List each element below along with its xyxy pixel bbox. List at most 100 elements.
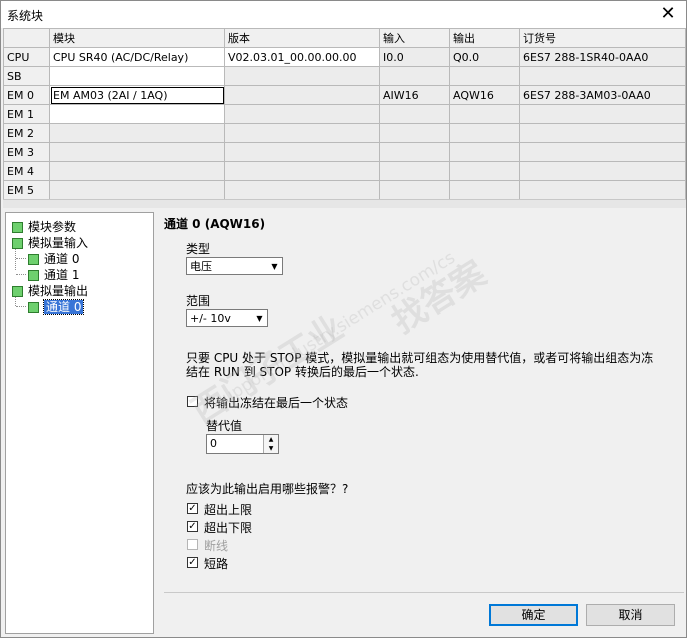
- slot-label: CPU: [3, 47, 50, 67]
- order-number-cell: [519, 180, 686, 200]
- tree-item-label: 通道 0: [42, 299, 85, 315]
- table-row[interactable]: EM 3: [3, 142, 686, 162]
- parameter-tree: 模块参数 模拟量输入 通道 0 通道 1 模拟量输出 通道 0: [5, 212, 154, 634]
- stop-mode-description: 只要 CPU 处于 STOP 模式，模拟量输出就可组态为使用替代值，或者可将输出…: [186, 351, 654, 379]
- order-number-cell: [519, 66, 686, 86]
- substitute-value-stepper[interactable]: 0 ▲ ▼: [206, 434, 279, 454]
- alarm-upper-label: 超出上限: [204, 503, 253, 517]
- tree-item-ai-channel-1[interactable]: 通道 1: [28, 267, 79, 283]
- cancel-button[interactable]: 取消: [586, 604, 675, 626]
- slot-label: EM 0: [3, 85, 50, 105]
- version-cell: [224, 180, 380, 200]
- close-icon[interactable]: ✕: [658, 4, 678, 24]
- tree-item-module-params[interactable]: 模块参数: [12, 219, 76, 235]
- tree-item-label: 模拟量输出: [28, 284, 89, 298]
- version-cell: [224, 161, 380, 181]
- alarm-lower-checkbox[interactable]: ✓: [187, 521, 198, 532]
- alarms-question: 应该为此输出启用哪些报警？?: [186, 482, 349, 496]
- module-cell[interactable]: EM AM03 (2AI / 1AQ): [49, 85, 225, 105]
- version-cell: V02.03.01_00.00.00.00: [224, 47, 380, 67]
- type-label: 类型: [186, 242, 211, 256]
- col-header-order-number: 订货号: [519, 28, 686, 48]
- range-value: +/- 10v: [190, 312, 231, 325]
- slot-label: EM 3: [3, 142, 50, 162]
- slot-label: EM 2: [3, 123, 50, 143]
- slot-label: EM 4: [3, 161, 50, 181]
- table-row[interactable]: EM 4: [3, 161, 686, 181]
- order-number-cell: 6ES7 288-3AM03-0AA0: [519, 85, 686, 105]
- tree-item-ai-channel-0[interactable]: 通道 0: [28, 251, 79, 267]
- order-number-cell: [519, 142, 686, 162]
- tree-connector: [16, 306, 26, 307]
- table-row[interactable]: SB: [3, 66, 686, 86]
- input-cell: I0.0: [379, 47, 450, 67]
- version-cell: [224, 142, 380, 162]
- output-cell: AQW16: [449, 85, 520, 105]
- version-cell: [224, 104, 380, 124]
- status-icon: [28, 302, 39, 313]
- splitter[interactable]: [3, 199, 686, 208]
- table-row[interactable]: EM 0 EM AM03 (2AI / 1AQ) AIW16 AQW16 6ES…: [3, 85, 686, 105]
- output-cell: [449, 123, 520, 143]
- tree-connector: [16, 274, 26, 275]
- input-cell: [379, 104, 450, 124]
- module-cell[interactable]: [49, 180, 225, 200]
- output-cell: [449, 142, 520, 162]
- alarm-short-checkbox[interactable]: ✓: [187, 557, 198, 568]
- status-icon: [12, 286, 23, 297]
- module-cell[interactable]: [49, 66, 225, 86]
- channel-title: 通道 0 (AQW16): [164, 217, 266, 231]
- type-select[interactable]: 电压 ▼: [186, 257, 283, 275]
- slot-label: SB: [3, 66, 50, 86]
- alarm-short-label: 短路: [204, 557, 229, 571]
- module-cell[interactable]: CPU SR40 (AC/DC/Relay): [49, 47, 225, 67]
- col-header-module: 模块: [49, 28, 225, 48]
- channel-settings-panel: 通道 0 (AQW16) 类型 电压 ▼ 范围 +/- 10v ▼ 只要 CPU…: [155, 212, 686, 635]
- module-cell[interactable]: [49, 142, 225, 162]
- substitute-value-label: 替代值: [206, 419, 243, 433]
- input-cell: AIW16: [379, 85, 450, 105]
- substitute-value: 0: [210, 437, 217, 450]
- ok-button[interactable]: 确定: [489, 604, 578, 626]
- grid-header-row: 模块 版本 输入 输出 订货号: [3, 28, 686, 48]
- order-number-cell: [519, 123, 686, 143]
- alarm-lower-label: 超出下限: [204, 521, 253, 535]
- tree-item-analog-output[interactable]: 模拟量输出: [12, 283, 88, 299]
- spin-down-icon[interactable]: ▼: [263, 444, 278, 453]
- slot-label: EM 1: [3, 104, 50, 124]
- alarm-upper-checkbox[interactable]: ✓: [187, 503, 198, 514]
- slot-label: EM 5: [3, 180, 50, 200]
- col-header-slot: [3, 28, 50, 48]
- freeze-checkbox[interactable]: [187, 396, 198, 407]
- alarm-wirebreak-label: 断线: [204, 539, 229, 553]
- tree-item-ao-channel-0[interactable]: 通道 0: [28, 299, 85, 315]
- divider: [164, 592, 684, 593]
- version-cell: [224, 123, 380, 143]
- window-title: 系统块: [7, 9, 44, 23]
- order-number-cell: 6ES7 288-1SR40-0AA0: [519, 47, 686, 67]
- module-cell[interactable]: [49, 123, 225, 143]
- freeze-label: 将输出冻结在最后一个状态: [204, 396, 349, 410]
- spin-up-icon[interactable]: ▲: [263, 435, 278, 444]
- input-cell: [379, 180, 450, 200]
- table-row[interactable]: EM 1: [3, 104, 686, 124]
- version-cell: [224, 85, 380, 105]
- table-row[interactable]: EM 5: [3, 180, 686, 200]
- col-header-version: 版本: [224, 28, 380, 48]
- table-row[interactable]: CPU CPU SR40 (AC/DC/Relay) V02.03.01_00.…: [3, 47, 686, 67]
- tree-item-label: 通道 1: [44, 268, 80, 282]
- alarm-wirebreak-checkbox: [187, 539, 198, 550]
- tree-item-analog-input[interactable]: 模拟量输入: [12, 235, 88, 251]
- module-cell[interactable]: [49, 104, 225, 124]
- output-cell: [449, 66, 520, 86]
- input-cell: [379, 142, 450, 162]
- table-row[interactable]: EM 2: [3, 123, 686, 143]
- status-icon: [12, 238, 23, 249]
- module-cell[interactable]: [49, 161, 225, 181]
- input-cell: [379, 161, 450, 181]
- range-select[interactable]: +/- 10v ▼: [186, 309, 268, 327]
- range-label: 范围: [186, 294, 211, 308]
- tree-connector: [16, 258, 26, 259]
- tree-item-label: 模拟量输入: [28, 236, 89, 250]
- status-icon: [28, 254, 39, 265]
